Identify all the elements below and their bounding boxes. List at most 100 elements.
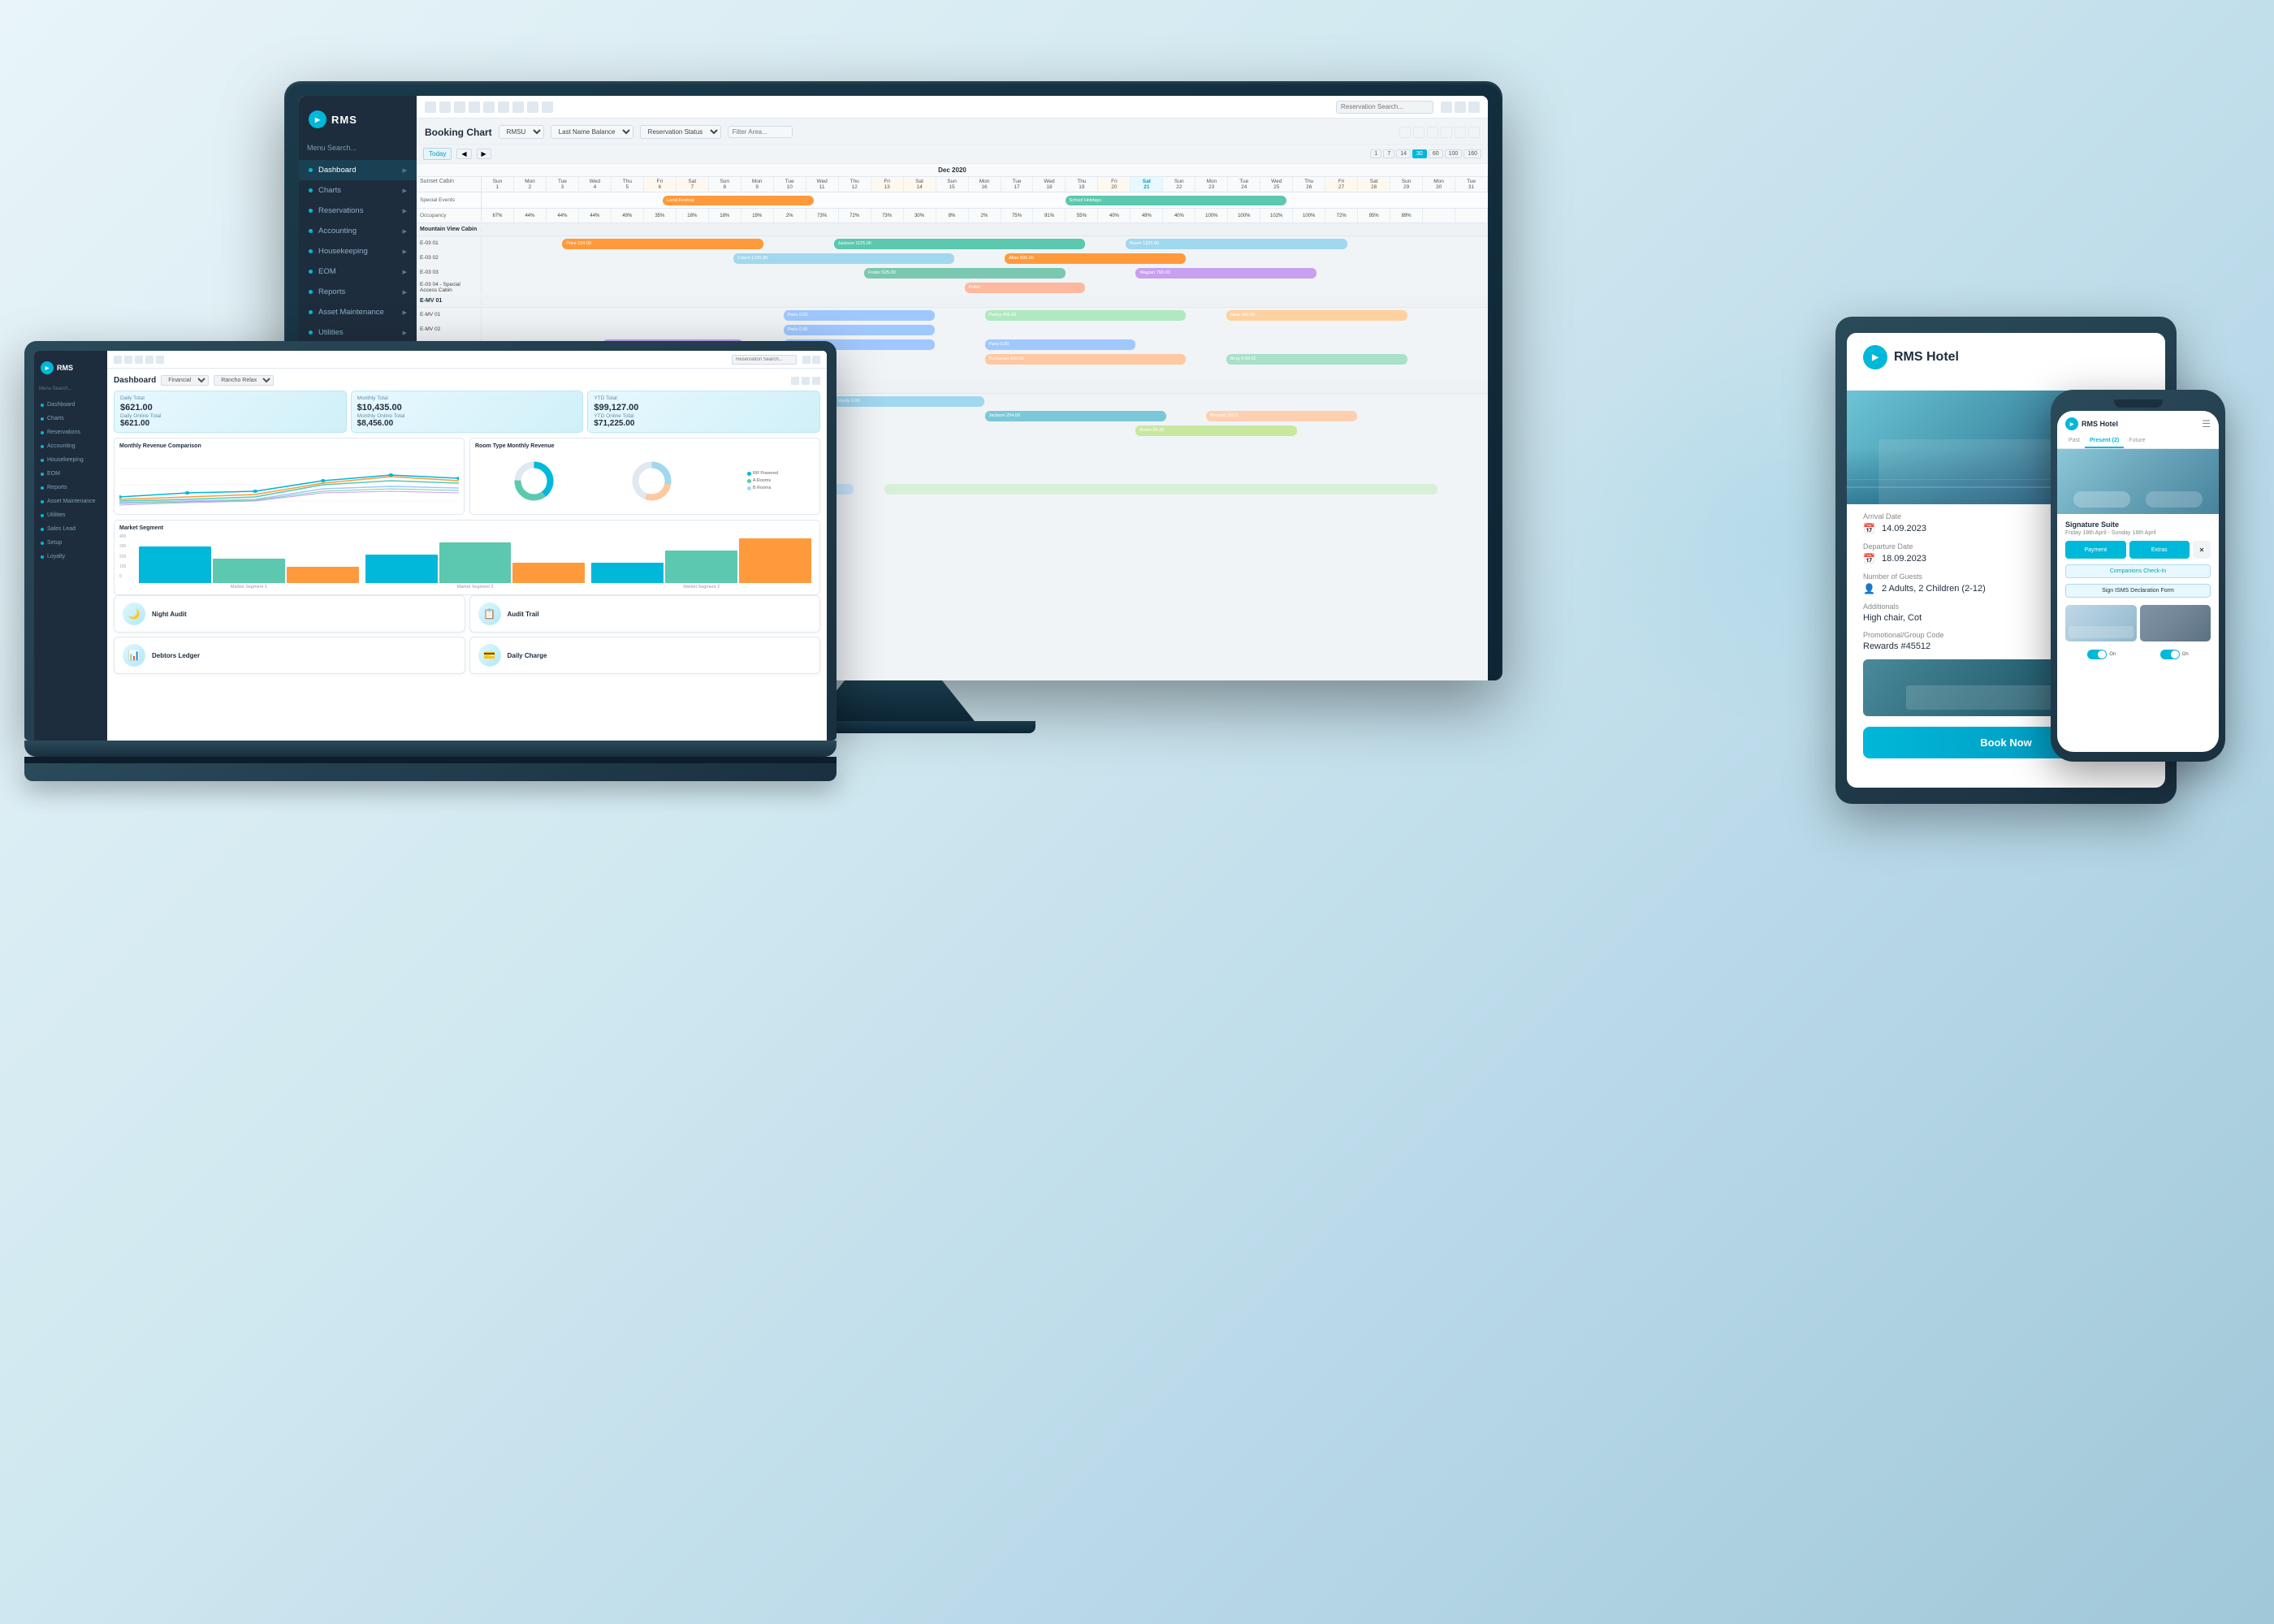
toolbar-action-2[interactable]: [1455, 102, 1466, 113]
lp-sidebar-charts[interactable]: Charts: [34, 412, 107, 425]
booking-permanent-2[interactable]: [884, 484, 1437, 495]
extras-button[interactable]: Extras: [2129, 541, 2190, 559]
quicklink-audit-trail[interactable]: 📋 Audit Trail: [469, 595, 821, 633]
sidebar-item-housekeeping[interactable]: Housekeeping ▶: [299, 241, 417, 261]
lp-sidebar-utilities[interactable]: Utilities: [34, 508, 107, 522]
next-button[interactable]: ▶: [477, 149, 491, 159]
booking-allan[interactable]: Allan 500.00: [1005, 253, 1186, 264]
lp-sidebar-dashboard[interactable]: Dashboard: [34, 398, 107, 412]
phone-tab-present[interactable]: Present (2): [2085, 434, 2124, 448]
balance-filter-select[interactable]: Last Name Balance: [551, 125, 633, 139]
phone-menu-icon[interactable]: ☰: [2202, 418, 2211, 430]
chart-tool-fullscreen[interactable]: [1455, 127, 1466, 138]
chart-tool-calendar[interactable]: [1399, 127, 1411, 138]
booking-jackson[interactable]: Jackson 1125.00: [834, 239, 1086, 249]
sidebar-item-asset-maintenance[interactable]: Asset Maintenance ▶: [299, 302, 417, 322]
booking-room-1325[interactable]: Room 1325.00: [1126, 239, 1347, 249]
lp-sidebar-accounting[interactable]: Accounting: [34, 439, 107, 453]
prev-button[interactable]: ◀: [456, 149, 471, 159]
phone-tab-past[interactable]: Past: [2064, 434, 2085, 448]
view-1[interactable]: 1: [1370, 149, 1381, 158]
more-options-button[interactable]: ✕: [2193, 541, 2211, 559]
toolbar-icon-3[interactable]: [454, 102, 465, 113]
lp-sidebar-sales-lead[interactable]: Sales Lead: [34, 522, 107, 536]
lp-toolbar-action-1[interactable]: [802, 356, 811, 364]
sidebar-item-reservations[interactable]: Reservations ▶: [299, 201, 417, 221]
lp-toolbar-2[interactable]: [124, 356, 132, 364]
sidebar-item-eom[interactable]: EOM ▶: [299, 261, 417, 282]
booking-paris-1[interactable]: Paris 0.00: [784, 310, 935, 321]
view-160[interactable]: 160: [1463, 149, 1481, 158]
booking-room-04[interactable]: Room 04.25: [1135, 425, 1296, 436]
toolbar-icon-1[interactable]: [425, 102, 436, 113]
chart-tool-settings[interactable]: [1427, 127, 1438, 138]
chart-tool-filter[interactable]: [1413, 127, 1424, 138]
toolbar-icon-7[interactable]: [512, 102, 524, 113]
sidebar-item-accounting[interactable]: Accounting ▶: [299, 221, 417, 241]
chart-tool-close[interactable]: [1468, 127, 1480, 138]
sign-form-button[interactable]: Sign ISMS Declaration Form: [2065, 584, 2211, 598]
booking-jackson-254[interactable]: Jackson 254.00: [985, 411, 1166, 421]
lp-toolbar-4[interactable]: [145, 356, 153, 364]
toolbar-icon-4[interactable]: [469, 102, 480, 113]
lp-toolbar-action-2[interactable]: [812, 356, 820, 364]
booking-price[interactable]: Price 234.00: [562, 239, 763, 249]
payment-button[interactable]: Payment: [2065, 541, 2126, 559]
booking-hear[interactable]: Hear 380.00: [1226, 310, 1407, 321]
lp-sidebar-housekeeping[interactable]: Housekeeping: [34, 453, 107, 467]
lp-reservation-search[interactable]: [732, 355, 797, 365]
chart-tool-refresh[interactable]: [1441, 127, 1452, 138]
venue-select[interactable]: RMSU: [499, 125, 544, 139]
toggle-switch-2[interactable]: [2160, 650, 2180, 659]
quicklink-debtors-ledger[interactable]: 📊 Debtors Ledger: [114, 637, 465, 674]
dashboard-filter-1[interactable]: Financial: [161, 375, 209, 386]
companions-checkin-button[interactable]: Companions Check-In: [2065, 564, 2211, 578]
booking-foster[interactable]: Foster 525.00: [864, 268, 1066, 279]
phone-tab-future[interactable]: Future: [2124, 434, 2150, 448]
dashboard-filter-2[interactable]: Rancho Relax: [214, 375, 274, 386]
dash-tool-1[interactable]: [791, 377, 799, 385]
toolbar-action-1[interactable]: [1441, 102, 1452, 113]
booking-paris-3[interactable]: Paris 0.00: [985, 339, 1136, 350]
sidebar-item-reports[interactable]: Reports ▶: [299, 282, 417, 302]
lp-sidebar-loyalty[interactable]: Loyalty: [34, 550, 107, 564]
lp-sidebar-reports[interactable]: Reports: [34, 481, 107, 495]
lp-toolbar-5[interactable]: [156, 356, 164, 364]
sidebar-item-charts[interactable]: Charts ▶: [299, 180, 417, 201]
phone-toggle-1[interactable]: On: [2087, 650, 2116, 659]
lp-sidebar-reservations[interactable]: Reservations: [34, 425, 107, 439]
booking-berg[interactable]: Berg 0-84.50: [1226, 354, 1407, 365]
booking-paris-2[interactable]: Paris 0.00: [784, 325, 935, 335]
lp-toolbar-3[interactable]: [135, 356, 143, 364]
view-100[interactable]: 100: [1445, 149, 1463, 158]
phone-toggle-2[interactable]: On: [2160, 650, 2189, 659]
view-30[interactable]: 30: [1412, 149, 1427, 158]
booking-coach[interactable]: Coach 1225.00: [733, 253, 955, 264]
area-filter-input[interactable]: [728, 126, 793, 138]
toolbar-icon-9[interactable]: [542, 102, 553, 113]
toolbar-icon-6[interactable]: [498, 102, 509, 113]
lp-toolbar-1[interactable]: [114, 356, 122, 364]
toolbar-icon-2[interactable]: [439, 102, 451, 113]
booking-rubio[interactable]: Rubio: [965, 283, 1086, 293]
view-60[interactable]: 60: [1429, 149, 1443, 158]
dash-tool-2[interactable]: [802, 377, 810, 385]
booking-buchanan[interactable]: Buchanan 400.00: [985, 354, 1187, 365]
toggle-switch-1[interactable]: [2087, 650, 2107, 659]
dash-tool-3[interactable]: [812, 377, 820, 385]
reservation-search-input[interactable]: [1336, 101, 1433, 114]
toolbar-action-3[interactable]: [1468, 102, 1480, 113]
quicklink-daily-charge[interactable]: 💳 Daily Charge: [469, 637, 821, 674]
booking-parley[interactable]: Parley 495.00: [985, 310, 1187, 321]
toolbar-icon-5[interactable]: [483, 102, 495, 113]
sidebar-item-utilities[interactable]: Utilities ▶: [299, 322, 417, 343]
toolbar-icon-8[interactable]: [527, 102, 538, 113]
lp-sidebar-asset[interactable]: Asset Maintenance: [34, 495, 107, 508]
booking-bennett[interactable]: Bennett 150.5: [1206, 411, 1357, 421]
sidebar-item-dashboard[interactable]: Dashboard ▶: [299, 160, 417, 180]
today-button[interactable]: Today: [423, 148, 452, 160]
lp-sidebar-setup[interactable]: Setup: [34, 536, 107, 550]
quicklink-night-audit[interactable]: 🌙 Night Audit: [114, 595, 465, 633]
view-7[interactable]: 7: [1383, 149, 1394, 158]
view-14[interactable]: 14: [1396, 149, 1411, 158]
